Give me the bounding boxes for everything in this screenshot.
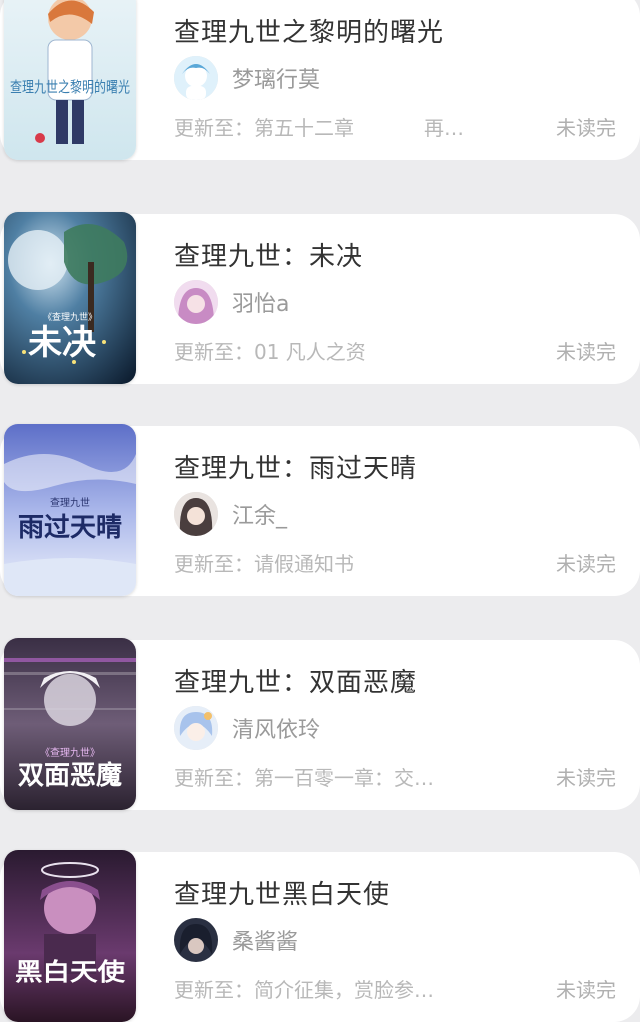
book-item[interactable]: 查理九世之黎明的曙光 查理九世之黎明的曙光 梦璃行莫 更新至：第五十二章 再… … [0, 0, 640, 160]
author-avatar[interactable] [174, 706, 218, 750]
read-status: 未读完 [556, 340, 616, 364]
book-cover[interactable]: 查理九世之黎明的曙光 [4, 0, 136, 160]
book-cover[interactable]: 《查理九世》 双面恶魔 [4, 638, 136, 810]
cover-image: 黑白天使 [4, 850, 136, 1022]
author-avatar[interactable] [174, 918, 218, 962]
cover-image: 查理九世 雨过天晴 [4, 424, 136, 596]
read-status: 未读完 [556, 766, 616, 790]
book-item[interactable]: 《查理九世》 双面恶魔 查理九世：双面恶魔 清风依玲 更新至：第一百零一章：交…… [0, 638, 640, 810]
author-avatar[interactable] [174, 56, 218, 100]
cover-subtitle: 查理九世 [50, 496, 90, 509]
book-cover[interactable]: 黑白天使 [4, 850, 136, 1022]
author-avatar[interactable] [174, 492, 218, 536]
book-cover[interactable]: 《查理九世》 未决 [4, 212, 136, 384]
book-item[interactable]: 《查理九世》 未决 查理九世：未决 羽怡a 更新至：01 凡人之资 未读完 [0, 212, 640, 384]
author-name: 清风依玲 [232, 718, 321, 743]
book-item[interactable]: 黑白天使 查理九世黑白天使 桑酱酱 更新至：简介征集，赏脸参… 未读完 [0, 850, 640, 1022]
author-name: 梦璃行莫 [232, 68, 321, 93]
cover-subtitle: 《查理九世》 [40, 746, 100, 759]
latest-chapter: 更新至：请假通知书 [174, 552, 354, 576]
cover-image: 《查理九世》 未决 [4, 212, 136, 384]
cover-title: 双面恶魔 [18, 761, 122, 791]
book-title: 查理九世黑白天使 [174, 880, 391, 910]
book-cover[interactable]: 查理九世 雨过天晴 [4, 424, 136, 596]
book-title: 查理九世之黎明的曙光 [174, 18, 445, 48]
cover-title: 黑白天使 [15, 957, 126, 986]
book-title: 查理九世：未决 [174, 242, 364, 272]
read-status: 未读完 [556, 116, 616, 140]
cover-image: 查理九世之黎明的曙光 [4, 0, 136, 160]
author-name: 江余_ [232, 504, 288, 529]
cover-title: 查理九世之黎明的曙光 [10, 78, 130, 96]
author-avatar[interactable] [174, 280, 218, 324]
latest-chapter: 更新至：第一百零一章：交… [174, 766, 434, 790]
latest-chapter: 更新至：第五十二章 [174, 116, 354, 140]
book-title: 查理九世：雨过天晴 [174, 454, 418, 484]
cover-title: 雨过天晴 [18, 513, 122, 543]
cover-subtitle: 《查理九世》 [43, 311, 97, 323]
cover-title: 未决 [28, 323, 96, 363]
author-name: 羽怡a [232, 292, 290, 317]
latest-chapter: 更新至：01 凡人之资 [174, 340, 366, 364]
book-item[interactable]: 查理九世 雨过天晴 查理九世：雨过天晴 江余_ 更新至：请假通知书 未读完 [0, 424, 640, 596]
book-title: 查理九世：双面恶魔 [174, 668, 418, 698]
latest-chapter-extra: 再… [424, 116, 464, 140]
read-status: 未读完 [556, 552, 616, 576]
book-list: 查理九世之黎明的曙光 查理九世之黎明的曙光 梦璃行莫 更新至：第五十二章 再… … [0, 0, 640, 1022]
cover-image: 《查理九世》 双面恶魔 [4, 638, 136, 810]
author-name: 桑酱酱 [232, 930, 299, 955]
